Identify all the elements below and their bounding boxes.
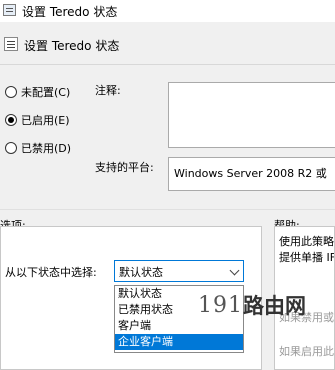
policy-setting-icon [4, 37, 18, 51]
radio-disabled[interactable]: 已禁用(D) [5, 140, 71, 156]
header-divider [0, 64, 335, 65]
watermark: 191 路由网 [198, 290, 306, 320]
platform-field: Windows Server 2008 R2 或 [168, 157, 335, 191]
watermark-number: 191 [198, 292, 243, 318]
watermark-text: 路由网 [243, 294, 306, 318]
radio-icon[interactable] [5, 86, 17, 98]
policy-window-icon [3, 4, 16, 16]
radio-icon[interactable] [5, 142, 17, 154]
radio-not-configured[interactable]: 未配置(C) [5, 84, 70, 100]
dropdown-option-client[interactable]: 客户端 [115, 318, 243, 334]
section-separator [0, 209, 335, 210]
platform-label: 支持的平台: [95, 161, 154, 174]
comment-textarea[interactable] [168, 82, 335, 148]
dropdown-option-enterprise-client[interactable]: 企业客户端 [115, 334, 243, 350]
select-value: 默认状态 [119, 266, 163, 279]
state-select[interactable]: 默认状态 [114, 260, 244, 282]
platform-value: Windows Server 2008 R2 或 [174, 167, 327, 180]
help-text-line: 提供单播 IF [279, 251, 335, 264]
help-text-line: 如果启用此 [279, 345, 334, 358]
window-title: 设置 Teredo 状态 [22, 5, 118, 19]
title-bar: 设置 Teredo 状态 [0, 0, 335, 22]
chevron-down-icon[interactable] [229, 265, 240, 276]
radio-enabled[interactable]: 已启用(E) [5, 112, 70, 128]
radio-label: 已启用(E) [21, 114, 70, 127]
radio-label: 未配置(C) [21, 86, 71, 99]
setting-title: 设置 Teredo 状态 [24, 39, 120, 53]
radio-checked-icon[interactable] [5, 114, 17, 126]
comment-label: 注释: [95, 84, 121, 97]
select-label: 从以下状态中选择: [5, 266, 97, 279]
radio-label: 已禁用(D) [21, 142, 72, 155]
help-text-line: 使用此策略 [279, 235, 334, 248]
